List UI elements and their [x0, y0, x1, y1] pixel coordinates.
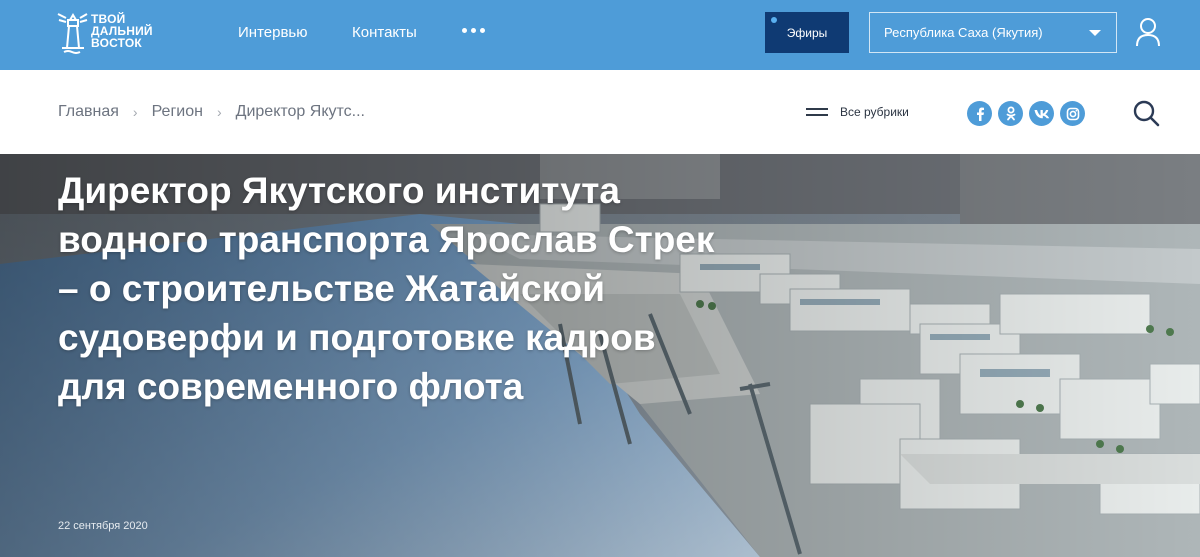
nav-link-interviews[interactable]: Интервью [238, 24, 308, 41]
all-rubrics-button[interactable]: Все рубрики [806, 105, 909, 119]
breadcrumb-current: Директор Якутс... [235, 103, 365, 120]
lighthouse-icon [57, 13, 88, 54]
broadcasts-button[interactable]: Эфиры [765, 12, 849, 53]
region-select[interactable]: Республика Саха (Якутия) [869, 12, 1117, 53]
breadcrumb: Главная › Регион › Директор Якутс... [58, 103, 365, 121]
live-dot-icon [771, 17, 777, 23]
search-icon[interactable] [1132, 99, 1160, 127]
top-header: твой дальний восток Интервью Контакты Эф… [0, 0, 1200, 70]
instagram-icon[interactable] [1060, 101, 1085, 126]
chevron-right-icon: › [132, 104, 138, 120]
caret-down-icon [1089, 30, 1101, 36]
odnoklassniki-icon[interactable] [998, 101, 1023, 126]
region-selected-value: Республика Саха (Якутия) [884, 25, 1043, 40]
logo-line-3: восток [91, 36, 142, 50]
article-title: Директор Якутского института водного тра… [58, 170, 715, 407]
more-menu-button[interactable] [462, 28, 485, 33]
facebook-icon[interactable] [967, 101, 992, 126]
vk-icon[interactable] [1029, 101, 1054, 126]
breadcrumb-home[interactable]: Главная [58, 103, 119, 121]
user-icon[interactable] [1135, 17, 1161, 47]
menu-icon [806, 106, 828, 118]
all-rubrics-label: Все рубрики [840, 105, 909, 119]
article-hero: Директор Якутского института водного тра… [0, 154, 1200, 557]
nav-link-contacts[interactable]: Контакты [352, 24, 417, 41]
secondary-header: Главная › Регион › Директор Якутс... Все… [0, 70, 1200, 154]
site-logo[interactable]: твой дальний восток [56, 6, 166, 56]
ellipsis-icon [462, 28, 467, 33]
breadcrumb-region[interactable]: Регион [152, 103, 203, 121]
broadcasts-label: Эфиры [786, 25, 828, 40]
logo-text: твой дальний восток [91, 13, 153, 49]
chevron-right-icon: › [216, 104, 222, 120]
article-date: 22 сентября 2020 [58, 520, 148, 532]
